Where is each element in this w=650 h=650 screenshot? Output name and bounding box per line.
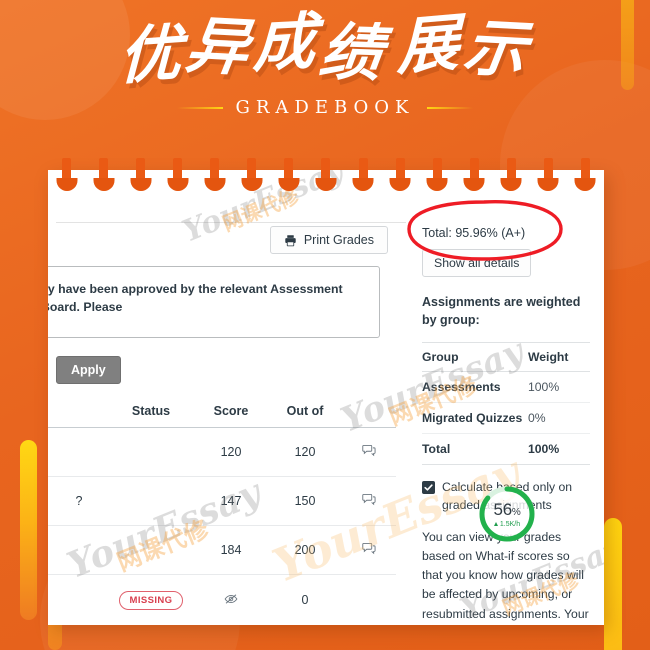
column-header-out-of[interactable]: Out of xyxy=(268,399,342,428)
column-header-score[interactable]: Score xyxy=(194,399,268,428)
cell-score: 184 xyxy=(194,525,268,575)
weights-group-value: 100% xyxy=(528,371,590,404)
grades-table: Status Score Out of 120 120 ? 147 150 18… xyxy=(48,399,396,625)
cell-name xyxy=(48,574,108,625)
poster-canvas: 优异成绩展示 GRADEBOOK YourEssay 网课代修 YourEssa… xyxy=(0,0,650,650)
weights-group-name: Assessments xyxy=(422,371,528,404)
column-header-comments xyxy=(342,399,396,428)
apply-button[interactable]: Apply xyxy=(56,355,121,384)
graded-only-checkbox[interactable] xyxy=(422,481,435,495)
poster-header: 优异成绩展示 GRADEBOOK xyxy=(0,4,650,118)
accent-bar-left-primary xyxy=(20,440,37,620)
cell-comment xyxy=(342,574,396,625)
weights-row-total: Total 100% xyxy=(422,433,590,466)
what-if-description: You can view your grades based on What-i… xyxy=(422,529,589,621)
printer-icon xyxy=(284,234,297,247)
cell-out-of: 200 xyxy=(268,525,342,575)
graded-only-row[interactable]: Calculate based only on graded assignmen… xyxy=(422,479,590,514)
page-title: 优异成绩展示 xyxy=(0,4,650,93)
subtitle-rule-left xyxy=(177,106,224,109)
cell-out-of: 150 xyxy=(268,476,342,526)
subtitle-row: GRADEBOOK xyxy=(0,97,650,118)
title-char-3: 成 xyxy=(251,4,322,81)
cell-score: 120 xyxy=(194,427,268,477)
gradebook-sidebar: Total: 95.96% (A+) Show all details Assi… xyxy=(406,200,604,625)
cell-status xyxy=(108,525,194,575)
cell-name xyxy=(48,427,108,477)
status-badge: MISSING xyxy=(118,590,184,610)
page-subtitle: GRADEBOOK xyxy=(235,97,415,119)
cell-out-of: 0 xyxy=(268,574,342,625)
comment-icon[interactable] xyxy=(362,444,376,460)
table-row[interactable]: MISSING 0 xyxy=(48,574,396,625)
cell-score xyxy=(194,574,268,625)
page-content: Print Grades ey have been approved by th… xyxy=(48,170,604,625)
eye-off-icon xyxy=(224,593,238,608)
title-char-1: 优 xyxy=(118,15,187,94)
weights-group-value: 0% xyxy=(528,402,590,435)
cell-comment[interactable] xyxy=(342,427,396,477)
weights-row: Assessments 100% xyxy=(422,371,590,404)
weights-group-name: Migrated Quizzes xyxy=(422,402,528,435)
weights-column-group: Group xyxy=(422,342,528,373)
title-char-4: 绩 xyxy=(315,14,392,91)
apply-row: Apply xyxy=(48,338,396,384)
weights-header-row: Group Weight xyxy=(422,342,590,373)
table-row[interactable]: ? 147 150 xyxy=(48,476,396,526)
show-all-details-button[interactable]: Show all details xyxy=(422,249,532,277)
column-header-name[interactable] xyxy=(48,399,108,428)
comment-icon[interactable] xyxy=(362,493,376,509)
print-grades-button[interactable]: Print Grades xyxy=(269,226,388,254)
accent-bar-right xyxy=(604,518,622,650)
weights-table: Group Weight Assessments 100% Migrated Q… xyxy=(422,342,590,466)
weights-group-value: 100% xyxy=(528,433,590,466)
title-char-6: 示 xyxy=(459,10,537,87)
total-score-text: Total: 95.96% (A+) xyxy=(422,226,526,240)
cell-status xyxy=(108,427,194,477)
cell-status xyxy=(108,476,194,526)
table-row[interactable]: 120 120 xyxy=(48,427,396,477)
content-top-divider xyxy=(56,222,406,223)
graded-only-label: Calculate based only on graded assignmen… xyxy=(442,480,573,512)
cell-name: ? xyxy=(48,476,108,526)
weights-row: Migrated Quizzes 0% xyxy=(422,402,590,435)
cell-status: MISSING xyxy=(108,574,194,625)
comment-icon[interactable] xyxy=(362,542,376,558)
table-row[interactable]: 184 200 xyxy=(48,525,396,575)
weighted-heading: Assignments are weighted by group: xyxy=(422,295,581,328)
subtitle-rule-right xyxy=(426,106,473,109)
notebook: YourEssay 网课代修 YourEssay 网课代修 YourEssay … xyxy=(48,158,604,625)
column-header-status[interactable]: Status xyxy=(108,399,194,428)
weights-group-name: Total xyxy=(422,433,528,466)
weights-column-weight: Weight xyxy=(528,342,590,373)
cell-name xyxy=(48,525,108,575)
cell-comment[interactable] xyxy=(342,476,396,526)
table-header-row: Status Score Out of xyxy=(48,399,396,428)
title-char-5: 展 xyxy=(396,5,465,84)
assessment-notice: ey have been approved by the relevant As… xyxy=(48,266,380,338)
gradebook-page: YourEssay 网课代修 YourEssay 网课代修 YourEssay … xyxy=(48,170,604,625)
cell-comment[interactable] xyxy=(342,525,396,575)
cell-score: 147 xyxy=(194,476,268,526)
toolbar: Print Grades xyxy=(48,200,396,254)
cell-out-of: 120 xyxy=(268,427,342,477)
gradebook-main-column: Print Grades ey have been approved by th… xyxy=(48,200,406,625)
print-grades-label: Print Grades xyxy=(303,233,374,247)
title-char-2: 异 xyxy=(181,8,259,85)
